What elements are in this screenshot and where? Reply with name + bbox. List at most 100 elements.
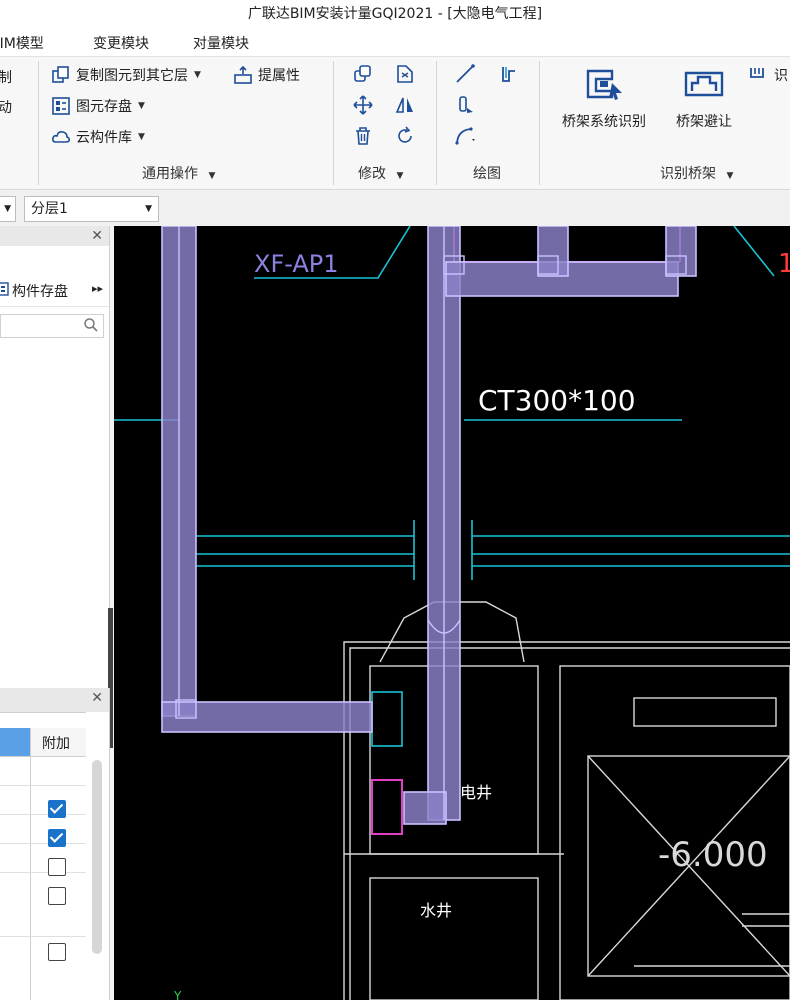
equipment-box: [371, 691, 403, 747]
group-general-label: 通用操作: [142, 166, 198, 182]
identify-partial-label: 识: [774, 68, 788, 84]
row-divider: [0, 756, 86, 757]
search-input[interactable]: [0, 314, 104, 338]
arc-draw-icon[interactable]: [452, 123, 478, 149]
cloud-library-label: 云构件库: [76, 130, 132, 146]
label-elevation: -6.000: [658, 835, 768, 875]
tray-system-identify-button[interactable]: 桥架系统识别: [552, 65, 656, 131]
pipe-draw-icon[interactable]: [495, 61, 521, 87]
search-icon: [83, 317, 99, 337]
ribbon-partial-item-1[interactable]: 制: [0, 67, 12, 87]
layer-selector[interactable]: 分层1 ▼: [24, 196, 159, 222]
tab-compare-module[interactable]: 对量模块: [193, 33, 249, 53]
mirror-copy-icon[interactable]: [392, 61, 418, 87]
axis-indicator: Y: [173, 989, 182, 1000]
column-header-extra: 附加: [30, 728, 86, 756]
line-icon[interactable]: [452, 61, 478, 87]
tray-segment: [665, 226, 697, 277]
label-xf-ap1: XF-AP1: [254, 250, 339, 278]
point-draw-icon[interactable]: [452, 92, 478, 118]
label-water-well: 水井: [420, 901, 452, 920]
group-draw-label: 绘图: [473, 166, 501, 182]
copy-to-layer-label: 复制图元到其它层: [76, 68, 188, 84]
chevron-down-icon: ▼: [208, 171, 216, 181]
ribbon-partial-item-2[interactable]: 动: [0, 97, 12, 117]
delete-icon[interactable]: [350, 123, 376, 149]
attach-checkbox[interactable]: [48, 829, 66, 847]
group-general-operations[interactable]: 通用操作 ▼: [142, 163, 215, 183]
component-storage-tab[interactable]: 构件存盘 ▸▸: [0, 274, 109, 307]
identify-icon: [748, 65, 770, 85]
storage-icon: [0, 282, 10, 296]
door-frame: [633, 697, 777, 727]
attach-checkbox[interactable]: [48, 943, 66, 961]
leader-line-right: [733, 226, 775, 277]
attach-checkbox[interactable]: [48, 858, 66, 876]
chevron-down-icon: ▼: [138, 132, 145, 142]
close-icon[interactable]: ✕: [91, 690, 103, 706]
magenta-elements: [371, 226, 681, 835]
attach-checkbox[interactable]: [48, 887, 66, 905]
tray-segment: [403, 791, 447, 825]
scrollbar[interactable]: [92, 760, 102, 954]
group-draw[interactable]: 绘图: [473, 163, 501, 183]
row-divider: [0, 843, 86, 844]
cad-drawing: XF-AP1 CT300*100 电井 水井 -6.000 1 Y: [114, 226, 790, 1000]
column-header-extra-label: 附加: [42, 736, 70, 752]
window-title: 广联达BIM安装计量GQI2021 - [大隐电气工程]: [0, 0, 790, 28]
copy-icon: [50, 65, 72, 85]
cloud-library-button[interactable]: 云构件库 ▼: [50, 125, 145, 149]
row-divider: [0, 936, 86, 937]
label-partial-red: 1: [778, 249, 790, 279]
chevron-down-icon: ▼: [138, 101, 145, 111]
water-well-room: [369, 877, 539, 1000]
ribbon-separator: [38, 61, 39, 185]
tray-system-identify-icon: [552, 65, 656, 105]
chevron-down-icon: ▼: [396, 171, 404, 181]
drawing-canvas[interactable]: XF-AP1 CT300*100 电井 水井 -6.000 1 Y: [114, 226, 790, 1000]
cloud-icon: [50, 127, 72, 147]
extract-attribute-icon: [232, 65, 254, 85]
element-storage-button[interactable]: 图元存盘 ▼: [50, 94, 145, 118]
row-divider: [0, 785, 86, 786]
tab-change-module[interactable]: 变更模块: [93, 33, 149, 53]
label-cable-tray-size: CT300*100: [478, 384, 636, 417]
storage-icon: [50, 96, 72, 116]
layer-selector-value: 分层1: [31, 201, 68, 217]
tray-segment: [161, 701, 373, 733]
identify-partial-button[interactable]: 识: [748, 63, 788, 87]
chevron-down-icon: ▼: [194, 70, 201, 80]
tab-bim-model[interactable]: BIM模型: [0, 33, 44, 53]
ribbon-separator: [436, 61, 437, 185]
ribbon: 制 动 复制图元到其它层 ▼ 提属性 图元存盘 ▼ 云构件库 ▼ 通用操作 ▼: [0, 56, 790, 190]
close-icon[interactable]: ✕: [91, 228, 103, 244]
tray-avoid-label: 桥架避让: [676, 114, 732, 130]
group-identify-tray[interactable]: 识别桥架 ▼: [660, 163, 733, 183]
ribbon-separator: [333, 61, 334, 185]
copy-to-layer-button[interactable]: 复制图元到其它层 ▼: [50, 63, 201, 87]
cable-tray: [161, 226, 697, 825]
ribbon-separator: [539, 61, 540, 185]
tray-avoid-button[interactable]: 桥架避让: [666, 65, 742, 131]
distribution-box: [371, 779, 403, 835]
chevron-down-icon: ▼: [4, 204, 11, 214]
expand-arrow-icon[interactable]: ▸▸: [92, 282, 103, 295]
group-modify-label: 修改: [358, 166, 386, 182]
move-icon[interactable]: [350, 92, 376, 118]
layer-toolbar: ▼ 分层1 ▼: [0, 191, 790, 225]
label-elec-well: 电井: [460, 783, 492, 802]
mirror-icon[interactable]: [392, 92, 418, 118]
property-panel: ✕ 附加: [0, 688, 110, 1000]
floor-selector-partial[interactable]: ▼: [0, 196, 16, 222]
column-divider: [30, 756, 31, 1000]
tray-segment: [537, 226, 569, 277]
rotate-icon[interactable]: [392, 123, 418, 149]
copy-shape-icon[interactable]: [350, 61, 376, 87]
divider: [0, 712, 86, 713]
extract-attribute-button[interactable]: 提属性: [232, 63, 300, 87]
attach-checkbox[interactable]: [48, 800, 66, 818]
row-divider: [0, 872, 86, 873]
row-divider: [0, 814, 86, 815]
selected-row-cell[interactable]: [0, 728, 30, 756]
group-modify[interactable]: 修改 ▼: [358, 163, 403, 183]
